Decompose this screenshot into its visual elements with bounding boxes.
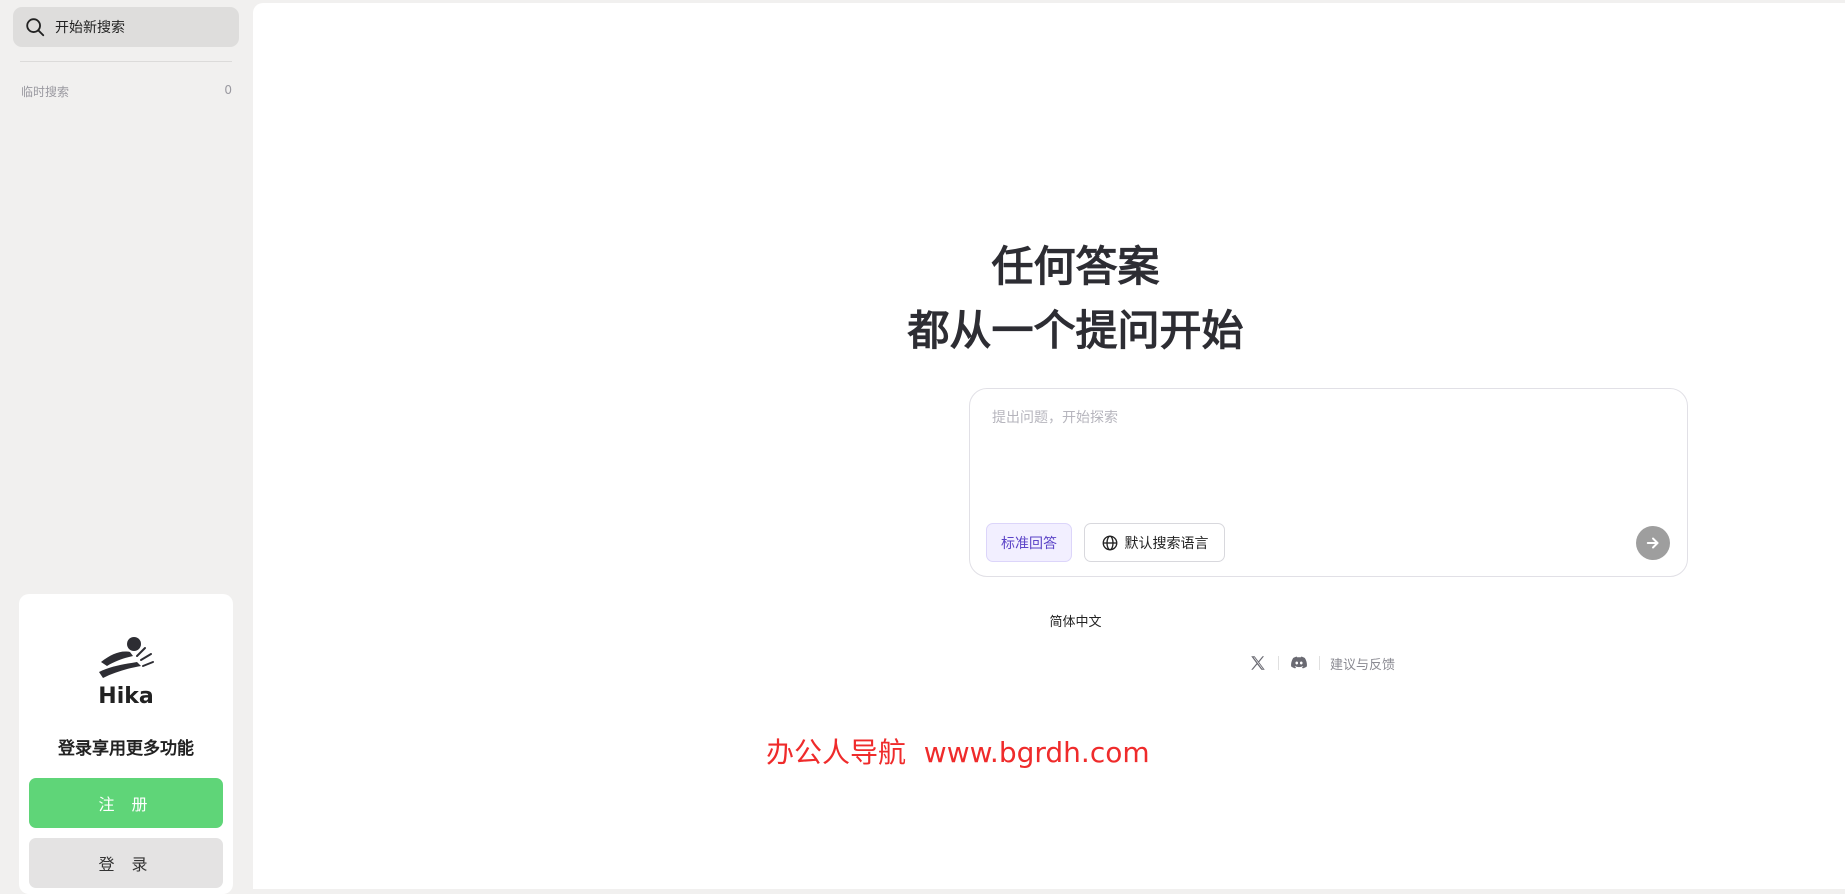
temp-search-count: 0 [224,83,232,97]
answer-mode-button[interactable]: 标准回答 [986,523,1072,562]
hika-logo [99,637,154,678]
signin-button[interactable]: 登 录 [29,838,223,888]
brand-name: Hika [98,684,154,709]
new-search-label: 开始新搜索 [55,20,125,36]
register-button[interactable]: 注 册 [29,778,223,828]
sidebar-divider [20,61,232,62]
temp-search-label: 临时搜索 [21,85,70,99]
watermark-text: 办公人导航 www.bgrdh.com [766,736,1150,769]
x-twitter-icon[interactable] [1248,653,1268,673]
send-button[interactable] [1636,526,1670,560]
sidebar: 开始新搜索 临时搜索 0 Hika 登录享用更多功能 注 册 登 录 [0,0,252,894]
headline-line1: 任何答案 [991,242,1160,291]
login-card: Hika 登录享用更多功能 注 册 登 录 [19,594,233,894]
feedback-link[interactable]: 建议与反馈 [1330,654,1395,673]
temp-search-section[interactable]: 临时搜索 0 [21,83,232,100]
divider [1278,656,1279,670]
headline-line2: 都从一个提问开始 [907,306,1244,355]
search-language-label: 默认搜索语言 [1124,535,1209,552]
discord-icon[interactable] [1289,653,1309,673]
search-language-button[interactable]: 默认搜索语言 [1084,523,1225,562]
divider [1319,656,1320,670]
ui-language-selector[interactable]: 简体中文 [253,611,1845,630]
new-search-button[interactable]: 开始新搜索 [13,7,239,47]
social-links: 建议与反馈 [1248,651,1395,675]
arrow-right-icon [1646,537,1659,549]
query-box: 标准回答 默认搜索语言 [969,388,1688,577]
search-icon [26,18,45,37]
login-promo-text: 登录享用更多功能 [58,739,194,759]
main-panel: 任何答案 都从一个提问开始 标准回答 默认搜索语言 简体中文 [253,3,1845,889]
globe-icon [1102,535,1117,550]
query-input[interactable] [990,405,1654,489]
